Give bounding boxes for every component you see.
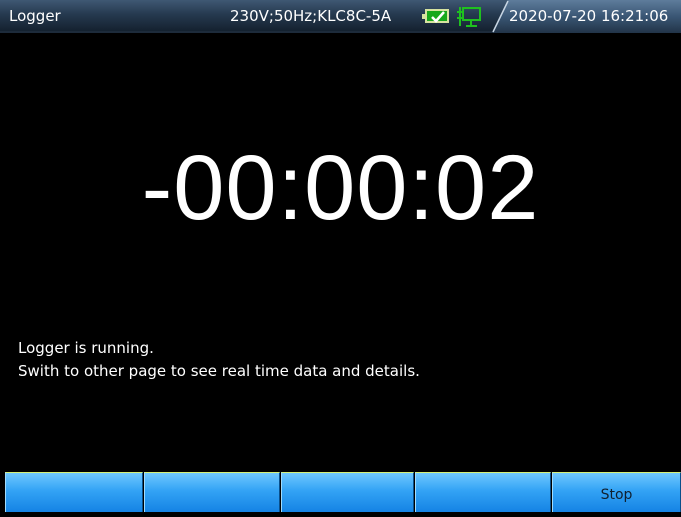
datetime: 2020-07-20 16:21:06 — [509, 7, 669, 25]
status-line-running: Logger is running. — [18, 339, 154, 357]
softkey-f1[interactable] — [5, 472, 143, 512]
status-bar: Logger 230V;50Hz;KLC8C-5A 2020-07-20 16:… — [0, 0, 681, 33]
device-info: 230V;50Hz;KLC8C-5A — [230, 7, 392, 25]
softkey-f4[interactable] — [415, 472, 551, 512]
softkey-f3[interactable] — [281, 472, 414, 512]
divider-line — [492, 0, 509, 33]
stop-button[interactable]: Stop — [552, 472, 681, 512]
status-line-hint: Swith to other page to see real time dat… — [18, 362, 420, 380]
battery-charging-icon — [422, 9, 449, 23]
countdown-timer: -00:00:02 — [141, 137, 540, 239]
network-connected-icon — [457, 6, 483, 32]
softkey-bar: Stop — [0, 472, 681, 512]
app-title: Logger — [9, 7, 61, 25]
softkey-f2[interactable] — [144, 472, 280, 512]
status-message: Logger is running. Swith to other page t… — [18, 337, 420, 383]
